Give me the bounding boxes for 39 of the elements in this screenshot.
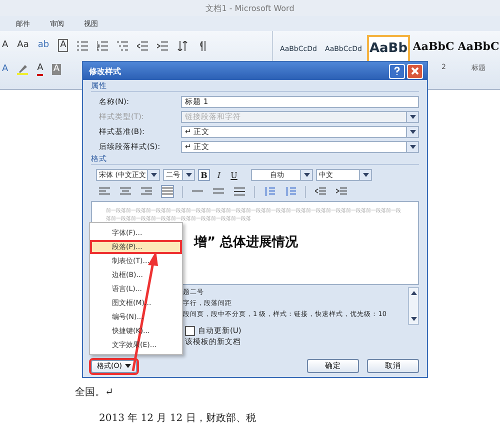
heading-sample: 增” 总体进展情况	[194, 235, 298, 250]
document-paragraph: 2013 年 12 月 12 日，财政部、税	[99, 413, 256, 424]
text-effect-icon[interactable]: A	[2, 64, 8, 75]
highlighter-icon[interactable]	[17, 64, 28, 75]
auto-update-checkbox[interactable]	[185, 326, 195, 336]
help-icon[interactable]	[389, 64, 405, 78]
paragraph-mark-icon[interactable]	[197, 40, 206, 50]
scroll-up-icon[interactable]	[410, 291, 416, 295]
justify-icon[interactable]	[161, 185, 174, 198]
caret-icon[interactable]	[410, 144, 416, 148]
phonetic-guide-icon[interactable]: ab	[38, 40, 50, 51]
scrollbar[interactable]	[408, 287, 419, 325]
caret-icon[interactable]	[410, 130, 416, 134]
character-shading-icon[interactable]: A	[52, 64, 61, 75]
window-title: 文档1 - Microsoft Word	[206, 2, 294, 14]
bold-button[interactable]: B	[198, 169, 210, 181]
multilevel-list-icon[interactable]	[117, 40, 128, 50]
caret-icon[interactable]	[186, 173, 192, 177]
character-border-icon[interactable]: A	[58, 39, 68, 52]
scroll-down-icon[interactable]	[410, 317, 416, 321]
space-before-icon[interactable]	[263, 185, 276, 198]
close-icon[interactable]	[407, 64, 423, 78]
increase-indent-icon[interactable]	[157, 40, 168, 50]
sort-icon[interactable]	[177, 40, 188, 50]
grow-font-icon[interactable]: A	[2, 40, 8, 51]
caret-icon[interactable]	[304, 173, 310, 177]
caret-icon[interactable]	[362, 173, 368, 177]
caret-icon	[124, 364, 131, 368]
double-spacing-icon[interactable]	[233, 185, 246, 198]
caret-icon[interactable]	[150, 173, 156, 177]
space-after-icon[interactable]	[284, 185, 297, 198]
decrease-indent-icon[interactable]	[137, 40, 148, 50]
italic-button[interactable]: I	[213, 169, 225, 181]
change-case-icon[interactable]: Aa	[17, 40, 29, 51]
bullet-list-icon[interactable]	[77, 40, 88, 50]
underline-button[interactable]: U	[228, 169, 240, 181]
numbered-list-icon[interactable]	[97, 40, 108, 50]
document-paragraph: 全国。↵	[75, 387, 114, 398]
dialog-title: 修改样式	[89, 66, 121, 76]
